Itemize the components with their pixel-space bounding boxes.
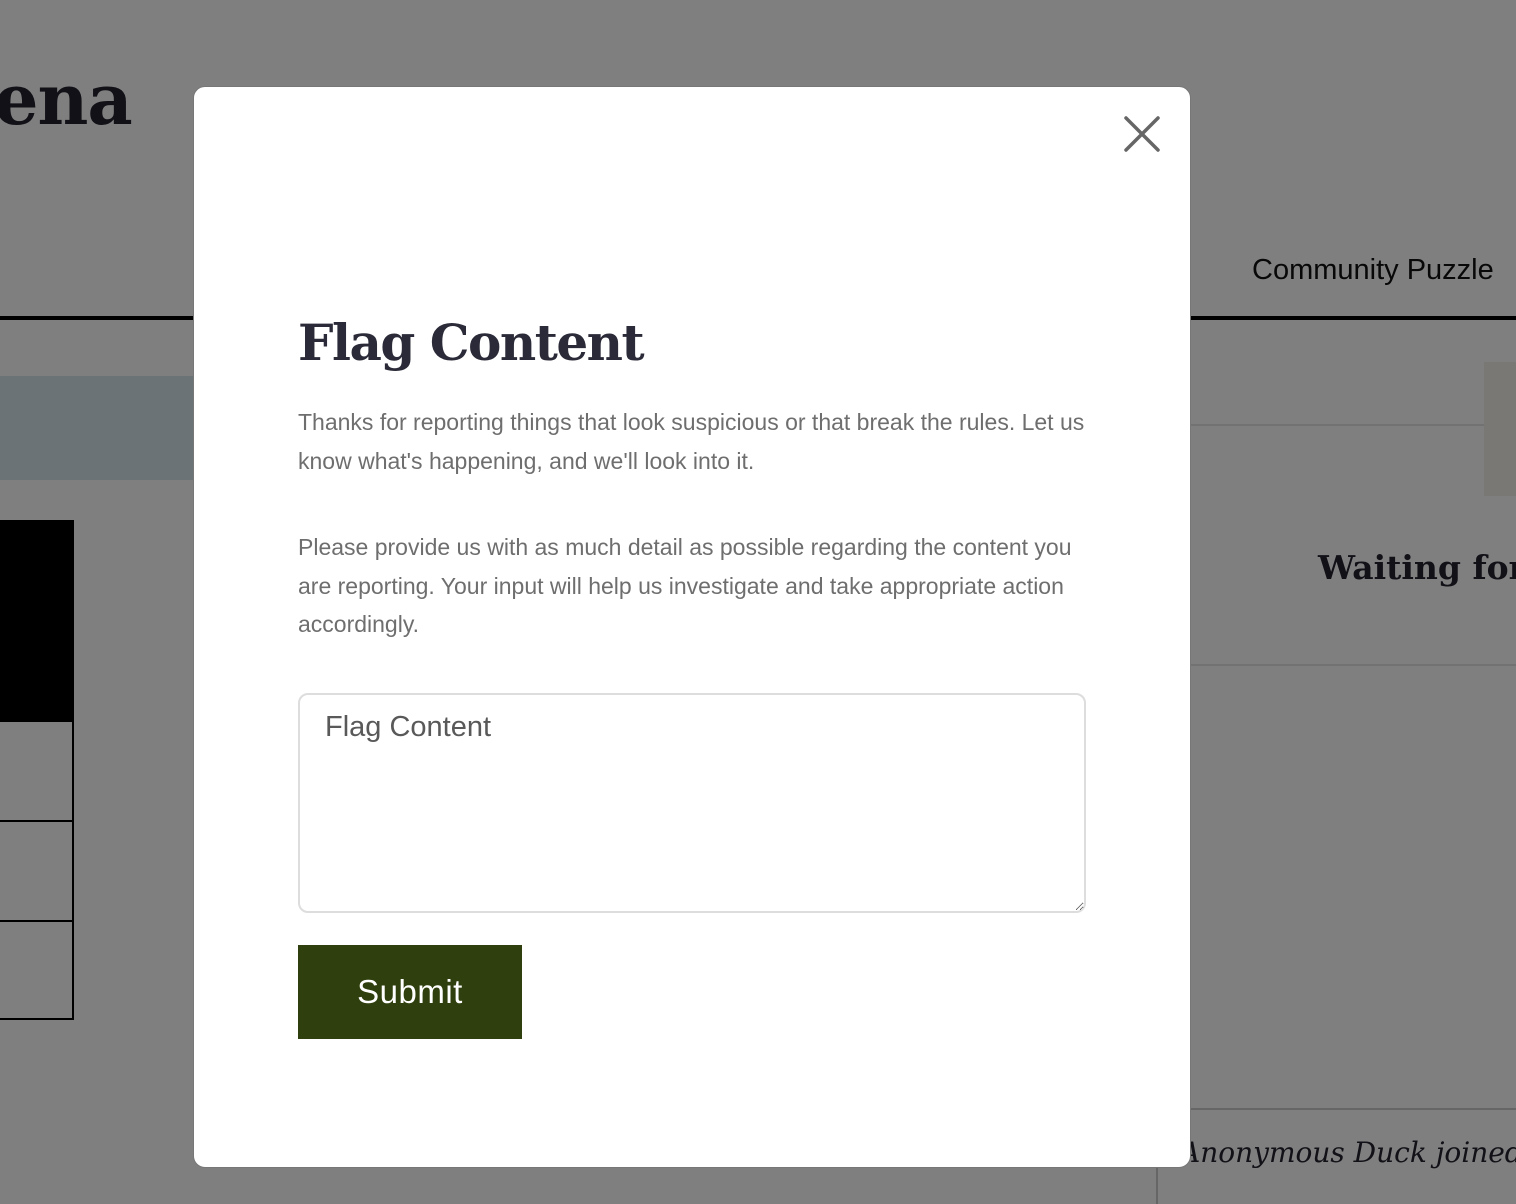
submit-button[interactable]: Submit xyxy=(298,945,522,1039)
modal-description: Thanks for reporting things that look su… xyxy=(298,409,1085,474)
flag-content-modal: Flag Content Thanks for reporting things… xyxy=(193,86,1191,1168)
modal-title: Flag Content xyxy=(298,313,645,372)
close-button[interactable] xyxy=(1121,113,1163,155)
modal-instructions: Please provide us with as much detail as… xyxy=(298,534,1072,637)
flag-content-textarea[interactable] xyxy=(298,693,1086,913)
close-icon xyxy=(1124,116,1160,152)
